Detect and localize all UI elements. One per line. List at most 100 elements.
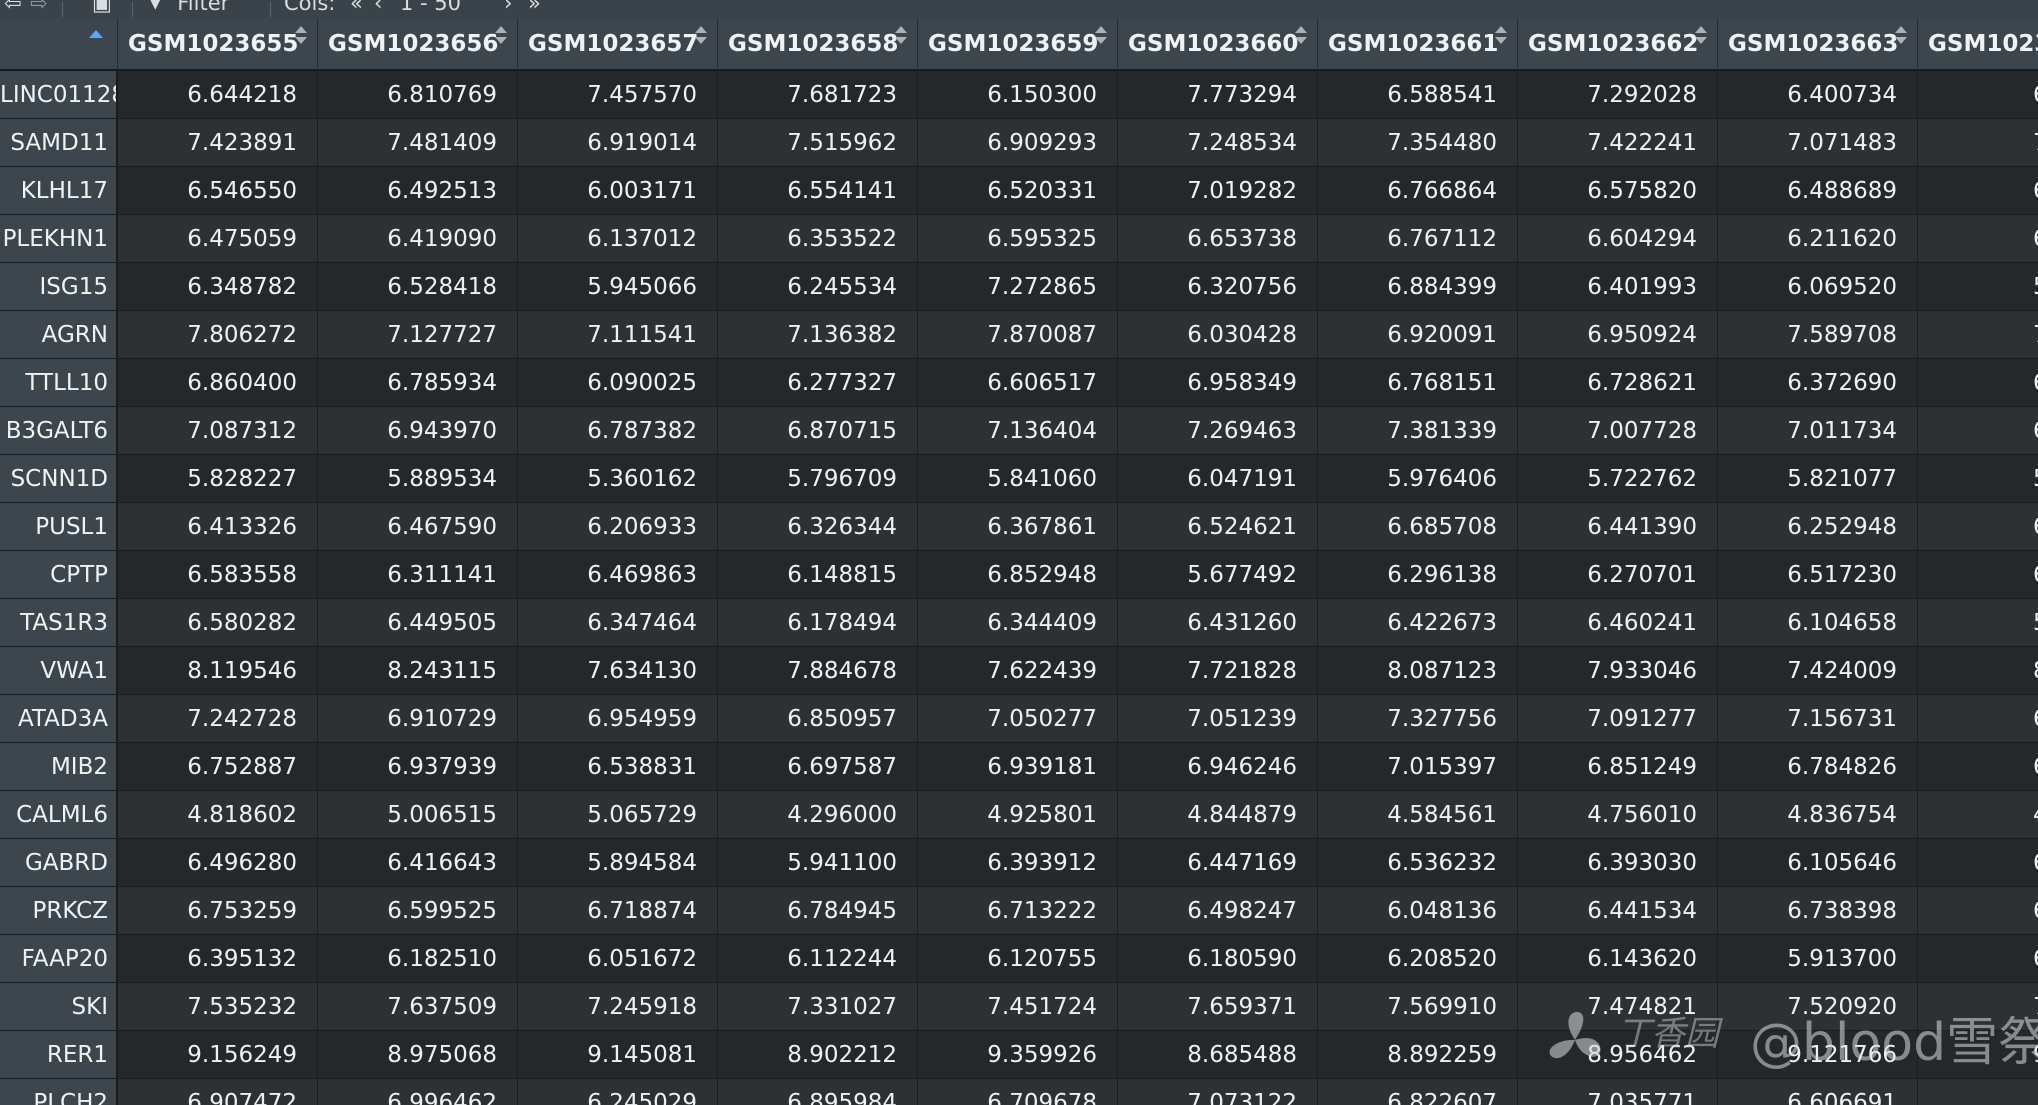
table-cell — [1918, 1079, 2038, 1105]
table-cell: 6.208520 — [1318, 935, 1518, 983]
column-header[interactable]: GSM1023663 — [1718, 19, 1918, 71]
table-cell: 4.836754 — [1718, 791, 1918, 839]
table-cell: 6.488689 — [1718, 167, 1918, 215]
table-cell: 6.766864 — [1318, 167, 1518, 215]
table-cell: 6.150300 — [918, 71, 1118, 119]
table-cell: 7.381339 — [1318, 407, 1518, 455]
column-header-label: GSM1023655 — [128, 31, 299, 57]
table-cell: 6.768151 — [1318, 359, 1518, 407]
table-cell: 7.933046 — [1518, 647, 1718, 695]
show-in-window-icon[interactable]: ▣ — [92, 0, 112, 15]
table-cell: 6.939181 — [918, 743, 1118, 791]
table-cell: 7. — [1918, 311, 2038, 359]
table-row: VWA1 8.119546 8.243115 7.634130 7.884678 7.62… — [0, 647, 2038, 695]
row-name: TTLL10 — [0, 359, 118, 407]
cols-range: 1 - 50 — [400, 0, 462, 15]
column-header[interactable]: GSM1023662 — [1518, 19, 1718, 71]
table-cell: 6.709678 — [918, 1079, 1118, 1105]
table-cell: 5. — [1918, 263, 2038, 311]
filter-icon: ▾ — [150, 0, 161, 15]
table-cell: 6.950924 — [1518, 311, 1718, 359]
table-cell: 6. — [1918, 359, 2038, 407]
table-cell: 6.348782 — [118, 263, 318, 311]
table-cell: 6.178494 — [718, 599, 918, 647]
row-name: VWA1 — [0, 647, 118, 695]
table-cell: 6. — [1918, 407, 2038, 455]
table-cell: 8.975068 — [318, 1031, 518, 1079]
row-name: PLCH2 — [0, 1079, 118, 1105]
table-cell: 6.907472 — [118, 1079, 318, 1105]
table-cell: 5.889534 — [318, 455, 518, 503]
table-cell: 8.956462 — [1518, 1031, 1718, 1079]
table-cell: 6.653738 — [1118, 215, 1318, 263]
table-cell: 9.359926 — [918, 1031, 1118, 1079]
table-cell: 6.752887 — [118, 743, 318, 791]
filter-button[interactable]: ▾ Filter — [150, 0, 229, 15]
table-cell: 6.895984 — [718, 1079, 918, 1105]
table-cell: 6.393030 — [1518, 839, 1718, 887]
table-cell: 5.828227 — [118, 455, 318, 503]
column-header[interactable]: GSM1023660 — [1118, 19, 1318, 71]
table-cell: 6.441390 — [1518, 503, 1718, 551]
table-cell: 6.441534 — [1518, 887, 1718, 935]
table-cell: 7.091277 — [1518, 695, 1718, 743]
row-name: SCNN1D — [0, 455, 118, 503]
table-cell: 6.958349 — [1118, 359, 1318, 407]
table-cell: 7.245918 — [518, 983, 718, 1031]
row-names-header[interactable] — [0, 19, 118, 71]
table-cell: 7.535232 — [118, 983, 318, 1031]
column-header[interactable]: GSM1023657 — [518, 19, 718, 71]
table-cell: 5.894584 — [518, 839, 718, 887]
table-cell: 7.773294 — [1118, 71, 1318, 119]
table-cell: 5.677492 — [1118, 551, 1318, 599]
table-cell: 6.599525 — [318, 887, 518, 935]
row-name: ISG15 — [0, 263, 118, 311]
table-cell: 6.728621 — [1518, 359, 1718, 407]
sort-toggle-icon — [1695, 26, 1707, 44]
column-header[interactable]: GSM1023661 — [1318, 19, 1518, 71]
table-cell: 6.030428 — [1118, 311, 1318, 359]
cols-prev-icon[interactable]: « — [350, 0, 363, 15]
table-cell: 6.320756 — [1118, 263, 1318, 311]
table-row: SKI 7.535232 7.637509 7.245918 7.331027 7.451… — [0, 983, 2038, 1031]
table-cell: 8.902212 — [718, 1031, 918, 1079]
column-header[interactable]: GSM1023659 — [918, 19, 1118, 71]
table-cell: 6.277327 — [718, 359, 918, 407]
cols-next-page-icon[interactable]: › — [504, 0, 512, 15]
table-cell: 6. — [1918, 935, 2038, 983]
table-cell: 6.372690 — [1718, 359, 1918, 407]
table-cell: 7.156731 — [1718, 695, 1918, 743]
table-cell: 6.206933 — [518, 503, 718, 551]
table-cell: 7.520920 — [1718, 983, 1918, 1031]
cols-next-icon[interactable]: » — [528, 0, 541, 15]
column-header-label: GSM1023661 — [1328, 31, 1499, 57]
filter-label: Filter — [177, 0, 230, 15]
table-cell: 6.492513 — [318, 167, 518, 215]
table-row: CPTP 6.583558 6.311141 6.469863 6.148815 6.85… — [0, 551, 2038, 599]
table-cell: 6.270701 — [1518, 551, 1718, 599]
cols-prev-page-icon[interactable]: ‹ — [374, 0, 382, 15]
back-arrow-icon[interactable]: ⇦ — [4, 0, 22, 15]
column-header[interactable]: GSM1023656 — [318, 19, 518, 71]
table-cell: 6.296138 — [1318, 551, 1518, 599]
table-cell: 8.243115 — [318, 647, 518, 695]
table-cell: 6.211620 — [1718, 215, 1918, 263]
table-cell: 6.884399 — [1318, 263, 1518, 311]
sort-toggle-icon — [695, 26, 707, 44]
column-header[interactable]: GSM1023658 — [718, 19, 918, 71]
table-cell: 6.606691 — [1718, 1079, 1918, 1105]
table-cell: 6.713222 — [918, 887, 1118, 935]
table-cell: 6.104658 — [1718, 599, 1918, 647]
row-name: RER1 — [0, 1031, 118, 1079]
column-header-label: GSM1023656 — [328, 31, 499, 57]
column-header[interactable]: GSM10236 — [1918, 19, 2038, 71]
column-header[interactable]: GSM1023655 — [118, 19, 318, 71]
table-cell: 5. — [1918, 599, 2038, 647]
table-row: ISG15 6.348782 6.528418 5.945066 6.245534 7.2… — [0, 263, 2038, 311]
table-cell: 5.796709 — [718, 455, 918, 503]
table-cell: 4.584561 — [1318, 791, 1518, 839]
row-name: SAMD11 — [0, 119, 118, 167]
sort-toggle-icon — [1095, 26, 1107, 44]
forward-arrow-icon[interactable]: ⇨ — [30, 0, 48, 15]
table-cell: 7.681723 — [718, 71, 918, 119]
